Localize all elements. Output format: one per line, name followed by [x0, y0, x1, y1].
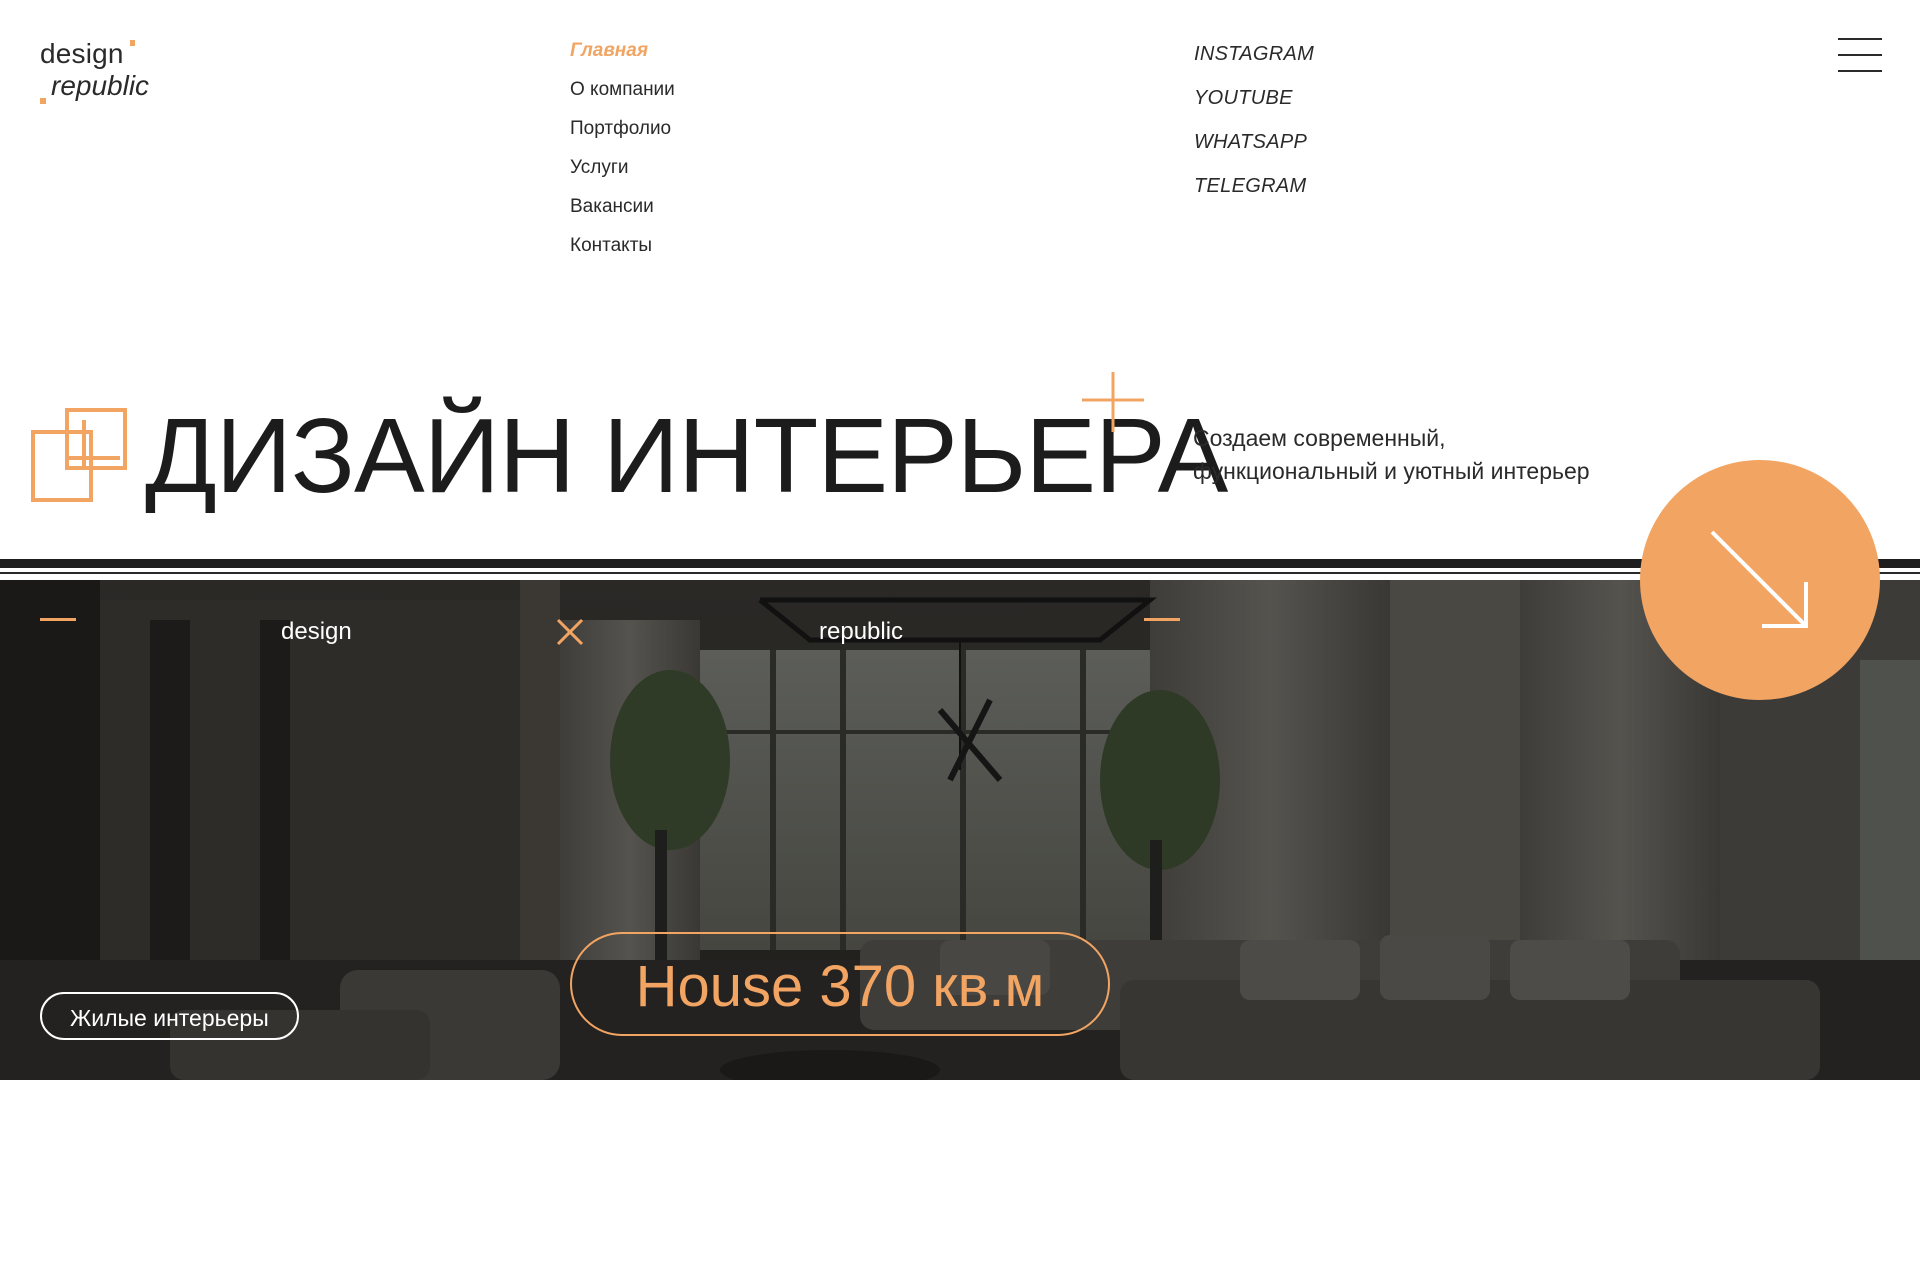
hero-title: ДИЗАЙН ИНТЕРЬЕРА [145, 397, 1228, 515]
logo-word-design: design [40, 38, 124, 69]
social-link-telegram[interactable]: TELEGRAM [1194, 172, 1314, 216]
accent-dash [40, 618, 76, 621]
social-link-instagram[interactable]: INSTAGRAM [1194, 40, 1314, 84]
social-links: INSTAGRAM YOUTUBE WHATSAPP TELEGRAM [1194, 40, 1314, 216]
logo-accent-square [130, 40, 135, 46]
nav-item-vacancies[interactable]: Вакансии [570, 194, 675, 233]
scroll-down-button[interactable] [1640, 460, 1880, 700]
hamburger-line [1838, 70, 1882, 72]
hamburger-line [1838, 54, 1882, 56]
logo[interactable]: design republic [38, 38, 168, 110]
accent-dash [1144, 618, 1180, 621]
tagline-line: Создаем современный, [1193, 425, 1446, 451]
logo-word-republic: republic [51, 70, 150, 101]
hero-tagline: Создаем современный, функциональный и ую… [1193, 422, 1590, 488]
photo-word-republic: republic [819, 618, 904, 645]
photo-word-design: design [281, 618, 352, 645]
nav-item-about[interactable]: О компании [570, 77, 675, 116]
divider [0, 572, 1920, 574]
hamburger-line [1838, 38, 1882, 40]
logo-accent-square [40, 98, 46, 104]
category-tag-button[interactable]: Жилые интерьеры [40, 992, 299, 1040]
divider [0, 559, 1920, 568]
arrow-down-right-icon [1710, 530, 1808, 628]
nav-item-portfolio[interactable]: Портфолио [570, 116, 675, 155]
social-link-whatsapp[interactable]: WHATSAPP [1194, 128, 1314, 172]
social-link-youtube[interactable]: YOUTUBE [1194, 84, 1314, 128]
plus-icon [1078, 368, 1148, 437]
project-title-button[interactable]: House 370 кв.м [570, 932, 1110, 1036]
overlapping-squares-plus-icon [30, 400, 134, 509]
nav-item-home[interactable]: Главная [570, 38, 675, 77]
main-nav: Главная О компании Портфолио Услуги Вака… [570, 38, 675, 272]
nav-item-services[interactable]: Услуги [570, 155, 675, 194]
nav-item-contacts[interactable]: Контакты [570, 233, 675, 272]
tagline-line: функциональный и уютный интерьер [1193, 458, 1590, 484]
hamburger-icon[interactable] [1838, 38, 1882, 72]
